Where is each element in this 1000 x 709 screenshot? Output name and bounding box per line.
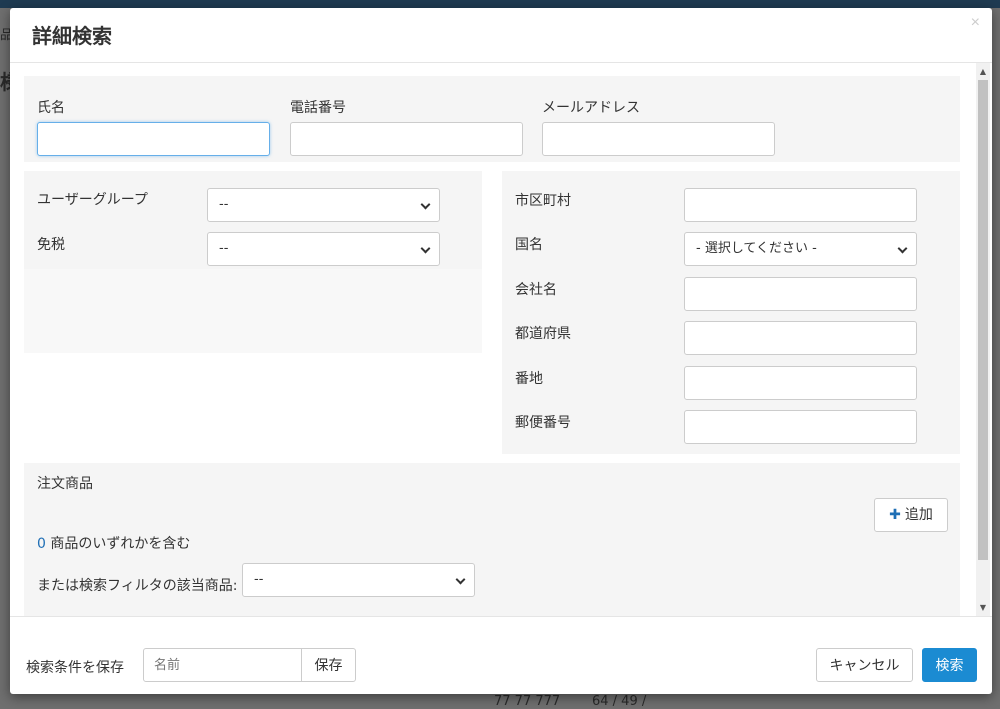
country-select[interactable]: - 選択してください - (684, 232, 917, 266)
zip-label: 郵便番号 (515, 415, 571, 431)
scroll-thumb[interactable] (978, 80, 988, 560)
chevron-down-icon (420, 243, 431, 254)
product-filter-value: -- (254, 572, 264, 587)
dialog-header: 詳細検索 × (10, 8, 992, 63)
product-filter-select[interactable]: -- (242, 563, 475, 597)
country-value: - 選択してください - (696, 241, 817, 256)
background-text: 77 77 777 (494, 694, 561, 709)
phone-label: 電話番号 (290, 100, 346, 116)
address-label: 番地 (515, 371, 543, 387)
dialog-scrollbar[interactable]: ▲ ▼ (976, 63, 990, 616)
scroll-up-icon[interactable]: ▲ (976, 65, 990, 79)
zip-input[interactable] (684, 410, 917, 444)
save-criteria-button[interactable]: 保存 (301, 648, 356, 682)
product-count-text: 0 商品のいずれかを含む (37, 533, 190, 553)
tax-exempt-value: -- (219, 241, 229, 256)
dialog-footer: 検索条件を保存 保存 キャンセル 検索 (10, 616, 992, 694)
search-button[interactable]: 検索 (922, 648, 977, 682)
product-count-description: 商品のいずれかを含む (50, 536, 191, 552)
advanced-search-dialog: 詳細検索 × 氏名 電話番号 メールアドレス ユーザーグループ -- 免税 --… (10, 8, 992, 694)
user-group-value: -- (219, 197, 229, 212)
chevron-down-icon (455, 574, 466, 585)
phone-input[interactable] (290, 122, 523, 156)
criteria-name-input[interactable] (143, 648, 303, 682)
prefecture-label: 都道府県 (515, 326, 571, 342)
name-label: 氏名 (37, 100, 65, 116)
tax-exempt-select[interactable]: -- (207, 232, 440, 266)
city-label: 市区町村 (515, 193, 571, 209)
close-button[interactable]: × (971, 14, 980, 32)
country-label: 国名 (515, 237, 543, 253)
add-product-button[interactable]: ✚ 追加 (874, 498, 948, 532)
plus-icon: ✚ (889, 507, 901, 523)
background-text: 64 / 49 / (592, 694, 647, 709)
email-label: メールアドレス (542, 100, 640, 116)
email-input[interactable] (542, 122, 775, 156)
dialog-title: 詳細検索 (32, 24, 112, 48)
dialog-body: 氏名 電話番号 メールアドレス ユーザーグループ -- 免税 -- 市区町村 国… (10, 63, 992, 616)
scroll-down-icon[interactable]: ▼ (976, 601, 990, 615)
address-input[interactable] (684, 366, 917, 400)
prefecture-input[interactable] (684, 321, 917, 355)
company-input[interactable] (684, 277, 917, 311)
user-group-select[interactable]: -- (207, 188, 440, 222)
chevron-down-icon (420, 199, 431, 210)
user-group-label: ユーザーグループ (37, 192, 148, 208)
add-product-label: 追加 (904, 507, 933, 523)
background-header-bar (0, 0, 1000, 8)
product-count[interactable]: 0 (37, 536, 46, 552)
city-input[interactable] (684, 188, 917, 222)
save-criteria-label: 検索条件を保存 (26, 660, 124, 676)
ordered-products-label: 注文商品 (37, 476, 93, 492)
filter-label: または検索フィルタの該当商品: (37, 578, 238, 594)
name-input[interactable] (37, 122, 270, 156)
company-label: 会社名 (515, 282, 557, 298)
customer-attributes-panel-lower (24, 269, 482, 353)
cancel-button[interactable]: キャンセル (816, 648, 913, 682)
chevron-down-icon (897, 243, 908, 254)
tax-exempt-label: 免税 (37, 237, 65, 253)
